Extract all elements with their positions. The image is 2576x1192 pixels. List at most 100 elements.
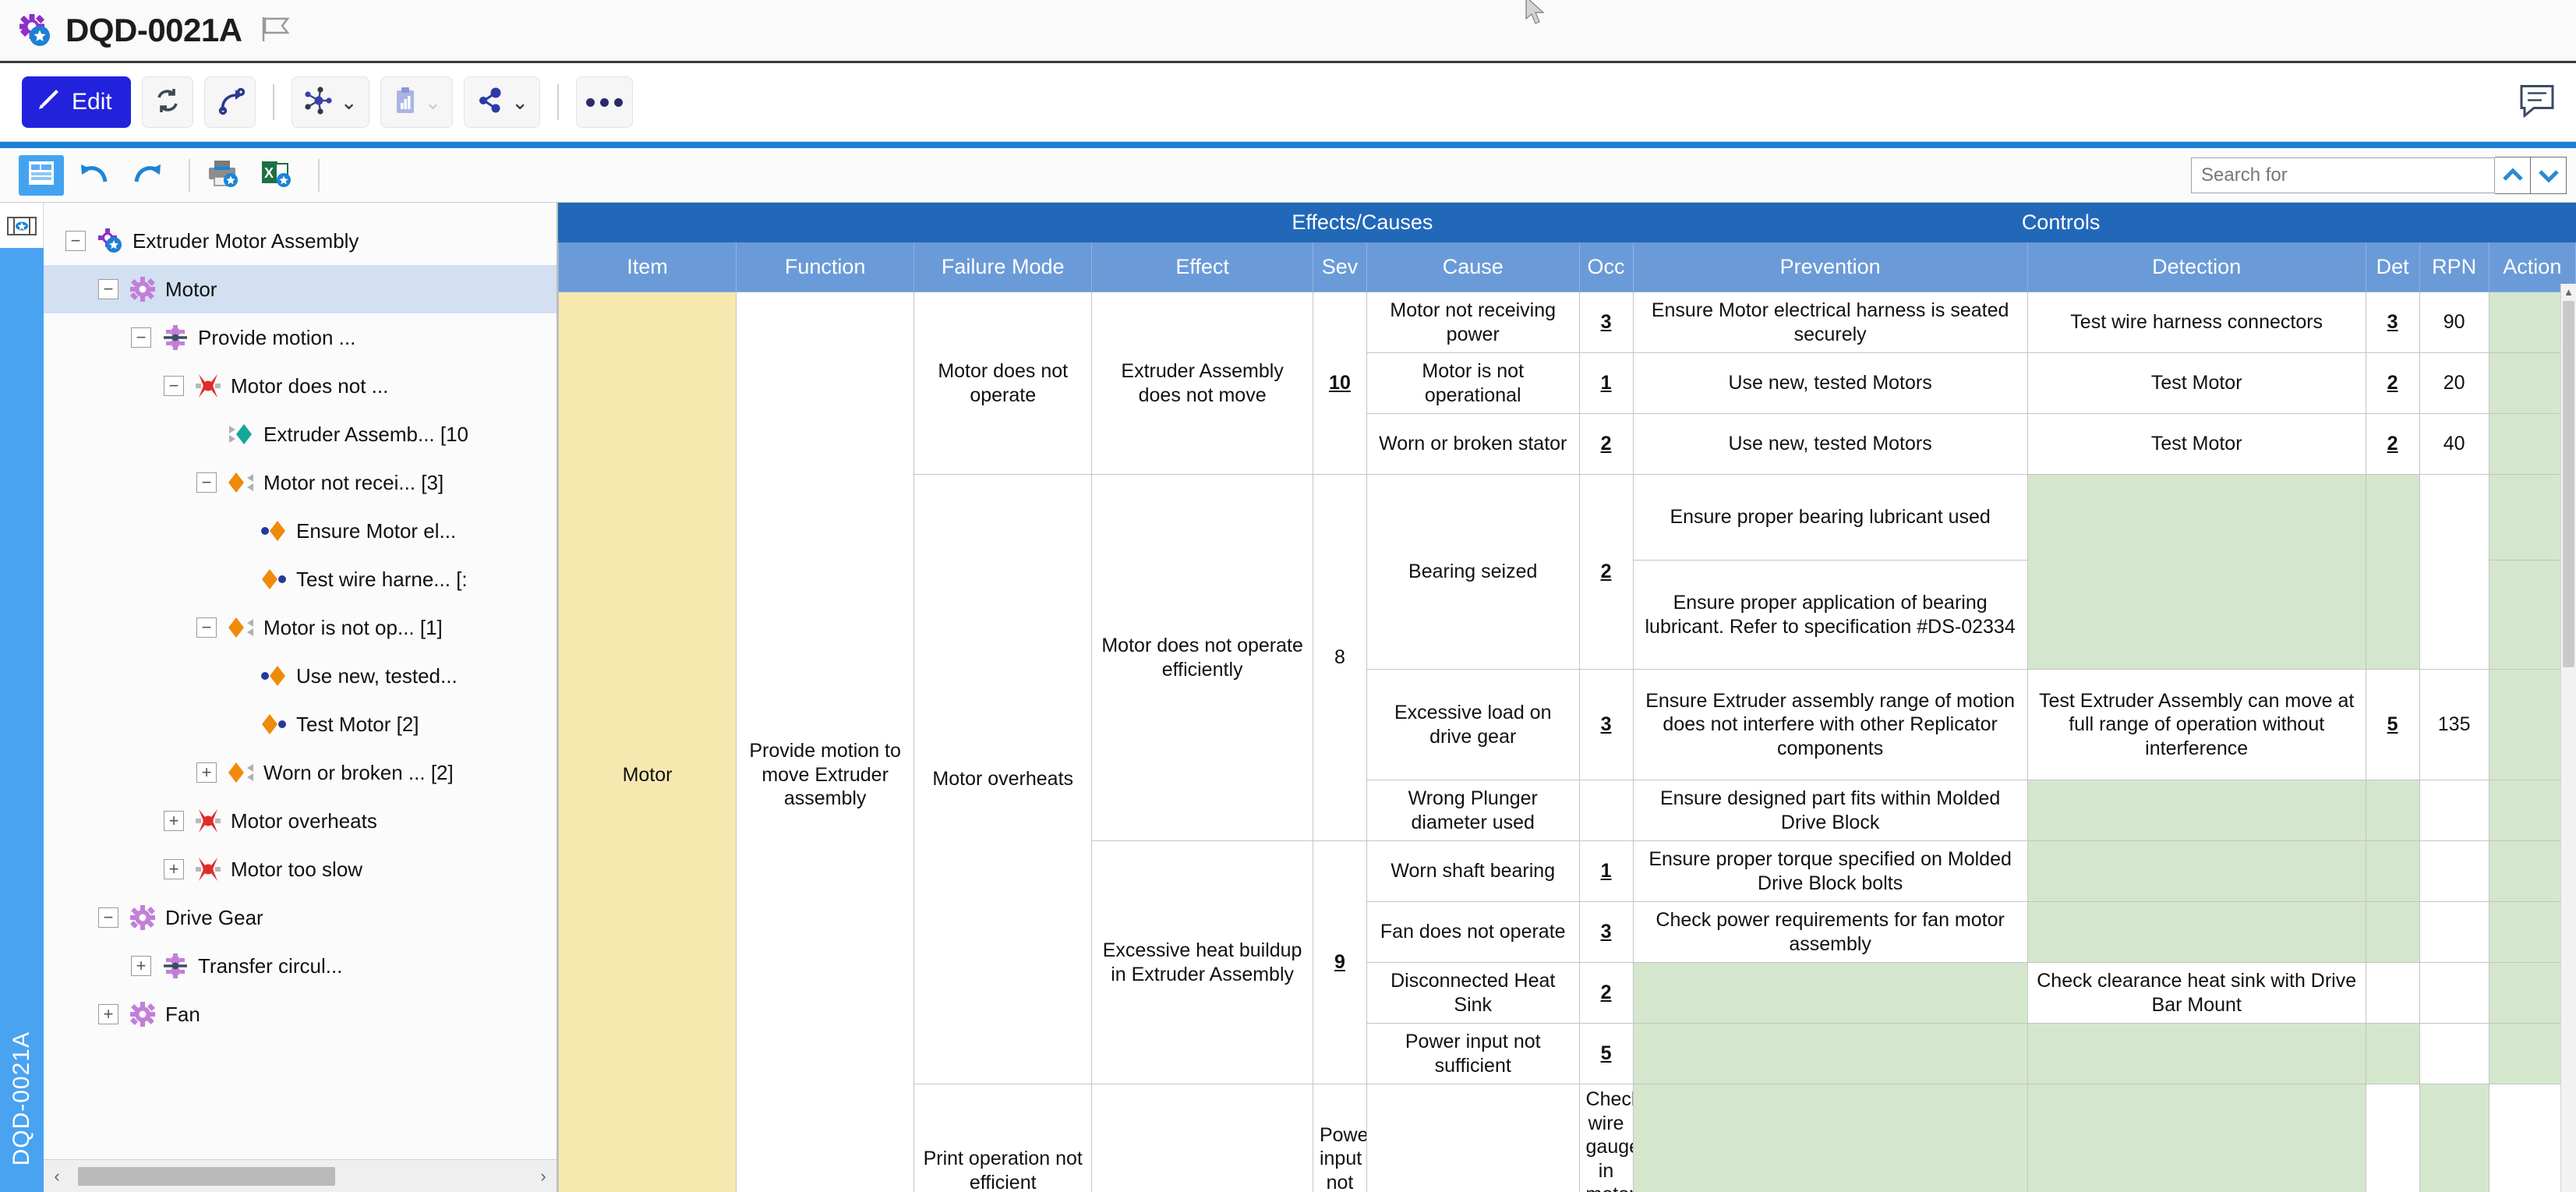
tree-node[interactable]: −Motor [44, 265, 557, 313]
cell-prevention[interactable]: Ensure Motor electrical harness is seate… [1633, 292, 2027, 353]
cell-occurrence[interactable]: 2 [1579, 963, 1633, 1024]
cell-prevention[interactable]: Ensure Extruder assembly range of motion… [1633, 670, 2027, 780]
cell-detection-rating[interactable] [2366, 475, 2419, 670]
cell-cause[interactable]: Wrong Plunger diameter used [1366, 780, 1579, 841]
scroll-left-arrow-icon[interactable]: ‹ [44, 1161, 70, 1192]
cell-rpn[interactable] [2419, 780, 2489, 841]
cell-rpn[interactable] [2419, 841, 2489, 902]
cell-prevention[interactable]: Use new, tested Motors [1633, 353, 2027, 414]
cell-function[interactable]: Provide motion to move Extruder assembly [737, 292, 914, 1192]
network-view-button[interactable]: ⌄ [292, 76, 369, 128]
cell-prevention[interactable]: Use new, tested Motors [1633, 414, 2027, 475]
column-header-cause[interactable]: Cause [1366, 242, 1579, 292]
tree-node[interactable]: +Motor overheats [44, 797, 557, 845]
cell-failure-mode[interactable]: Motor overheats [914, 475, 1092, 1084]
undo-button[interactable] [72, 155, 117, 196]
tree-scroll-area[interactable]: −Extruder Motor Assembly−Motor−Provide m… [44, 203, 557, 1144]
cell-detection[interactable] [1633, 1084, 2027, 1192]
collapse-toggle-icon[interactable]: − [98, 279, 118, 299]
cell-prevention[interactable]: Check power requirements for fan motor a… [1633, 902, 2027, 963]
cell-occurrence[interactable]: 1 [1579, 353, 1633, 414]
expand-toggle-icon[interactable]: + [196, 762, 217, 783]
more-options-button[interactable] [576, 76, 633, 128]
tree-node[interactable]: Use new, tested... [44, 652, 557, 700]
cell-cause[interactable]: Excessive load on drive gear [1366, 670, 1579, 780]
report-button[interactable]: ⌄ [380, 76, 454, 128]
cell-detection-rating[interactable] [2366, 902, 2419, 963]
search-input[interactable] [2191, 157, 2495, 193]
tree-node[interactable]: −Motor does not ... [44, 362, 557, 410]
cell-prevention[interactable]: Ensure proper bearing lubricant used [1633, 475, 2027, 561]
cell-cause[interactable]: Power input not sufficient [1313, 1084, 1366, 1192]
cell-severity[interactable] [1092, 1084, 1313, 1192]
column-header-item[interactable]: Item [559, 242, 737, 292]
cell-failure-mode[interactable]: Motor does not operate [914, 292, 1092, 475]
cell-rpn[interactable] [2419, 1024, 2489, 1084]
cell-rpn[interactable]: 20 [2419, 353, 2489, 414]
cell-effect[interactable]: Excessive heat buildup in Extruder Assem… [1092, 841, 1313, 1084]
print-button[interactable] [201, 155, 246, 196]
tree-node[interactable]: −Drive Gear [44, 893, 557, 942]
tree-node[interactable]: +Worn or broken ... [2] [44, 748, 557, 797]
cell-cause[interactable]: Disconnected Heat Sink [1366, 963, 1579, 1024]
tree-horizontal-scrollbar[interactable]: ‹ › [44, 1159, 557, 1192]
cell-detection[interactable] [2027, 841, 2366, 902]
cell-prevention[interactable] [1633, 1024, 2027, 1084]
layout-view-button[interactable] [19, 155, 64, 196]
share-button[interactable]: ⌄ [464, 76, 540, 128]
cell-action[interactable] [2419, 1084, 2489, 1192]
document-tab-vertical[interactable]: DQD-0021A [0, 248, 44, 1192]
expand-toggle-icon[interactable]: + [98, 1004, 118, 1024]
column-header-detection[interactable]: Detection [2027, 242, 2366, 292]
cell-detection[interactable]: Test Extruder Assembly can move at full … [2027, 670, 2366, 780]
refresh-button[interactable] [142, 76, 193, 128]
column-header-effect[interactable]: Effect [1092, 242, 1313, 292]
cell-detection-rating[interactable]: 2 [2366, 414, 2419, 475]
cell-occurrence[interactable] [1579, 780, 1633, 841]
table-row[interactable]: MotorProvide motion to move Extruder ass… [559, 292, 2576, 353]
cell-effect[interactable]: Print operation not efficient [914, 1084, 1092, 1192]
tree-node[interactable]: +Transfer circul... [44, 942, 557, 990]
cell-occurrence[interactable]: 2 [1579, 475, 1633, 670]
cell-detection[interactable] [2027, 902, 2366, 963]
column-header-failure-mode[interactable]: Failure Mode [914, 242, 1092, 292]
column-header-sev[interactable]: Sev [1313, 242, 1366, 292]
tree-node[interactable]: −Motor is not op... [1] [44, 603, 557, 652]
cell-detection-rating[interactable]: 3 [2366, 292, 2419, 353]
collapse-toggle-icon[interactable]: − [131, 327, 151, 348]
cell-detection-rating[interactable]: 5 [2366, 670, 2419, 780]
redo-arrow-button[interactable] [204, 76, 256, 128]
cell-detection[interactable] [2027, 780, 2366, 841]
column-header-rpn[interactable]: RPN [2419, 242, 2489, 292]
export-excel-button[interactable]: X [254, 155, 299, 196]
cell-prevention[interactable]: Ensure designed part fits within Molded … [1633, 780, 2027, 841]
cell-rpn[interactable] [2419, 902, 2489, 963]
cell-occurrence[interactable]: 3 [1579, 670, 1633, 780]
collapse-toggle-icon[interactable]: − [196, 472, 217, 493]
cell-effect[interactable]: Extruder Assembly does not move [1092, 292, 1313, 475]
cell-detection[interactable]: Check clearance heat sink with Drive Bar… [2027, 963, 2366, 1024]
cell-rpn[interactable]: 135 [2419, 670, 2489, 780]
expand-toggle-icon[interactable]: + [131, 956, 151, 976]
cell-detection[interactable]: Test Motor [2027, 353, 2366, 414]
tree-node[interactable]: −Provide motion ... [44, 313, 557, 362]
cell-prevention[interactable]: Check wire gauge in motor electrical har… [1579, 1084, 1633, 1192]
cell-effect[interactable]: Motor does not operate efficiently [1092, 475, 1313, 841]
comment-button[interactable] [2518, 83, 2556, 122]
expand-toggle-icon[interactable]: + [164, 811, 184, 831]
cell-occurrence[interactable]: 2 [1579, 414, 1633, 475]
column-header-det[interactable]: Det [2366, 242, 2419, 292]
search-prev-button[interactable] [2495, 157, 2531, 194]
cell-detection-rating[interactable] [2366, 1024, 2419, 1084]
tree-node[interactable]: Test Motor [2] [44, 700, 557, 748]
grid-scrollbar-thumb[interactable] [2563, 301, 2574, 667]
tree-node[interactable]: +Fan [44, 990, 557, 1038]
cell-detection[interactable] [2027, 1024, 2366, 1084]
tree-node[interactable]: Test wire harne... [: [44, 555, 557, 603]
cell-prevention[interactable]: Ensure proper torque specified on Molded… [1633, 841, 2027, 902]
scroll-right-arrow-icon[interactable]: › [530, 1161, 557, 1192]
cell-severity[interactable]: 9 [1313, 841, 1366, 1084]
collapse-toggle-icon[interactable]: − [196, 617, 217, 638]
redo-button[interactable] [125, 155, 170, 196]
cell-occurrence[interactable] [1366, 1084, 1579, 1192]
